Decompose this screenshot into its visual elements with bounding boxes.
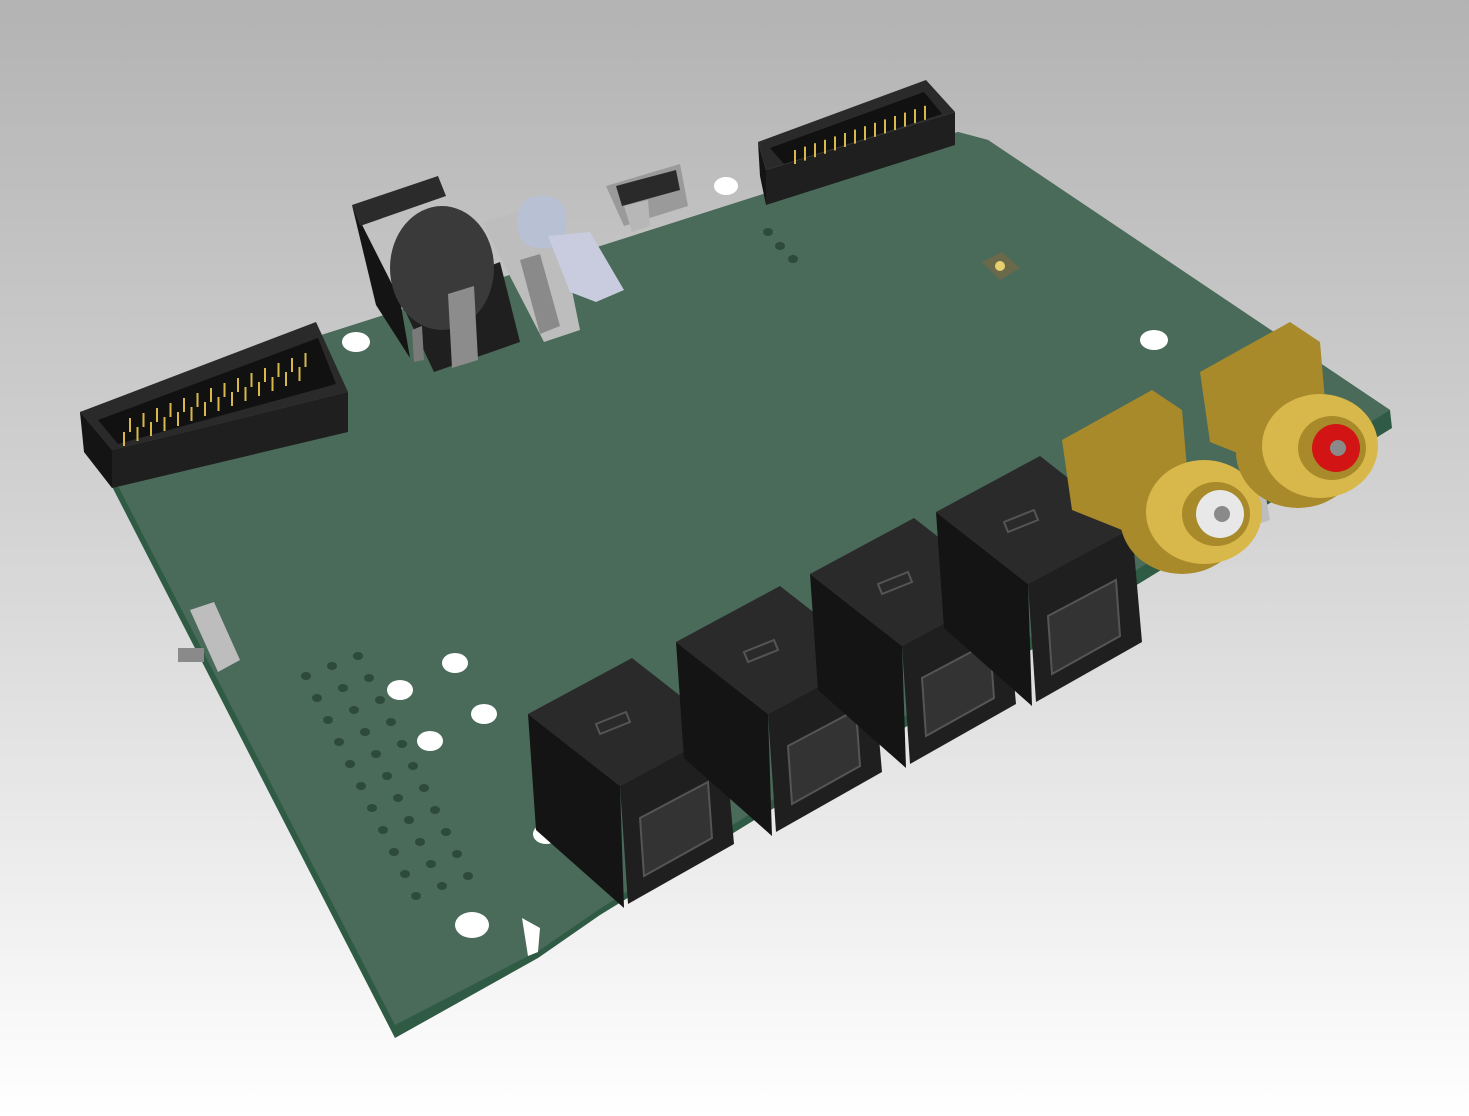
via-pad (411, 892, 421, 900)
via-pad (353, 652, 363, 660)
via-pad (400, 870, 410, 878)
via-pad (788, 255, 798, 263)
via-pad (360, 728, 370, 736)
via-pad (441, 828, 451, 836)
rca-jack-pin (1330, 440, 1346, 456)
via-pad (415, 838, 425, 846)
via-pad (430, 806, 440, 814)
via-pad (364, 674, 374, 682)
via-pad (408, 762, 418, 770)
via-pad (419, 784, 429, 792)
via-pad (763, 228, 773, 236)
pcb-3d-model[interactable] (0, 0, 1469, 1116)
3d-viewport[interactable] (0, 0, 1469, 1116)
barrel-jack-shield (448, 286, 478, 368)
via-pad (334, 738, 344, 746)
rca-jack-pin (1214, 506, 1230, 522)
via-pad (375, 696, 385, 704)
via-pad (356, 782, 366, 790)
via-pad (349, 706, 359, 714)
via-pad (426, 860, 436, 868)
mounting-hole (442, 653, 468, 673)
mounting-hole (714, 177, 738, 195)
switch-knob (178, 648, 204, 662)
via-pad (452, 850, 462, 858)
mounting-hole (471, 704, 497, 724)
smd-center (995, 261, 1005, 271)
via-pad (371, 750, 381, 758)
via-pad (437, 882, 447, 890)
pcb-board (80, 132, 1392, 1038)
mounting-hole (455, 912, 489, 938)
via-pad (389, 848, 399, 856)
via-pad (338, 684, 348, 692)
mounting-hole (387, 680, 413, 700)
pcb-top-surface (80, 132, 1390, 1025)
mounting-hole (417, 731, 443, 751)
via-pad (382, 772, 392, 780)
via-pad (345, 760, 355, 768)
via-pad (301, 672, 311, 680)
via-pad (775, 242, 785, 250)
via-pad (312, 694, 322, 702)
via-pad (327, 662, 337, 670)
via-pad (393, 794, 403, 802)
micro-usb-port[interactable] (606, 164, 688, 232)
mounting-hole (1140, 330, 1168, 350)
via-pad (323, 716, 333, 724)
barrel-jack-pin (412, 326, 424, 362)
via-pad (386, 718, 396, 726)
barrel-jack-body (390, 206, 494, 330)
via-pad (378, 826, 388, 834)
via-pad (404, 816, 414, 824)
via-pad (397, 740, 407, 748)
via-pad (367, 804, 377, 812)
via-pad (463, 872, 473, 880)
mounting-hole (342, 332, 370, 352)
